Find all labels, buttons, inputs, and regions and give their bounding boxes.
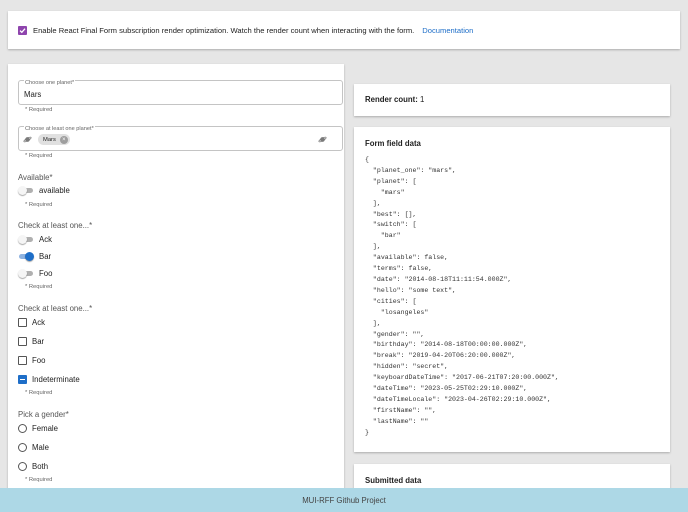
available-switch[interactable] [18,186,34,195]
switch-group-helper: * Required [25,284,53,290]
checkbox-bar-label: Bar [32,337,45,346]
checkbox-bar[interactable] [18,337,27,346]
switch-ack[interactable] [18,235,34,244]
planet-label: Choose at least one planet* [24,126,95,132]
cancel-icon[interactable]: × [59,135,68,144]
planet-icon [23,136,32,143]
checkbox-indeterminate-label: Indeterminate [32,375,80,384]
form-field-data-title: Form field data [365,139,421,148]
radio-female-label: Female [32,424,58,433]
footer: MUI-RFF Github Project [0,488,688,512]
available-label: Available* [18,173,53,182]
planet-one-value: Mars [24,90,42,99]
switch-bar[interactable] [18,252,34,261]
switch-bar-label: Bar [39,252,52,261]
radio-both-label: Both [32,462,49,471]
right-column: Render count: 1 Form field data { "plane… [354,64,670,504]
github-project-link[interactable]: MUI-RFF Github Project [302,496,386,505]
planet-chip[interactable]: Mars × [38,134,70,145]
planet-autocomplete[interactable]: Choose at least one planet* Mars × [18,126,343,151]
documentation-link[interactable]: Documentation [422,26,473,35]
checkbox-group-label: Check at least one...* [18,304,93,313]
switch-ack-label: Ack [39,235,52,244]
available-helper: * Required [25,202,53,208]
planet-one-helper: * Required [25,107,53,113]
checkbox-indeterminate[interactable] [18,375,27,384]
optimization-checkbox[interactable] [18,25,27,35]
checkbox-ack[interactable] [18,318,27,327]
switch-group-label: Check at least one...* [18,221,93,230]
render-count-value: 1 [420,95,425,104]
planet-helper: * Required [25,153,53,159]
optimization-label: Enable React Final Form subscription ren… [33,25,415,35]
switch-foo[interactable] [18,269,34,278]
checkbox-foo[interactable] [18,356,27,365]
form-field-data-card: Form field data { "planet_one": "mars", … [354,127,670,452]
switch-foo-label: Foo [39,269,53,278]
form-card: Choose one planet* Mars * Required Choos… [8,64,344,494]
radio-both[interactable] [18,462,27,471]
submitted-data-title: Submitted data [365,476,422,485]
planet-icon [318,136,327,143]
render-count-card: Render count: 1 [354,84,670,116]
check-icon [19,27,26,33]
gender-helper: * Required [25,477,53,483]
form-field-data-json: { "planet_one": "mars", "planet": [ "mar… [365,156,559,436]
checkbox-foo-label: Foo [32,356,46,365]
radio-female[interactable] [18,424,27,433]
checkbox-group-helper: * Required [25,390,53,396]
planet-chip-label: Mars [43,136,56,143]
radio-male-label: Male [32,443,49,452]
available-switch-label: available [39,186,70,195]
checkbox-ack-label: Ack [32,318,45,327]
gender-label: Pick a gender* [18,410,69,419]
optimization-card: Enable React Final Form subscription ren… [8,11,680,49]
planet-one-label: Choose one planet* [24,80,76,86]
radio-male[interactable] [18,443,27,452]
render-count: Render count: 1 [365,95,425,104]
planet-one-select[interactable]: Choose one planet* Mars [18,80,343,105]
